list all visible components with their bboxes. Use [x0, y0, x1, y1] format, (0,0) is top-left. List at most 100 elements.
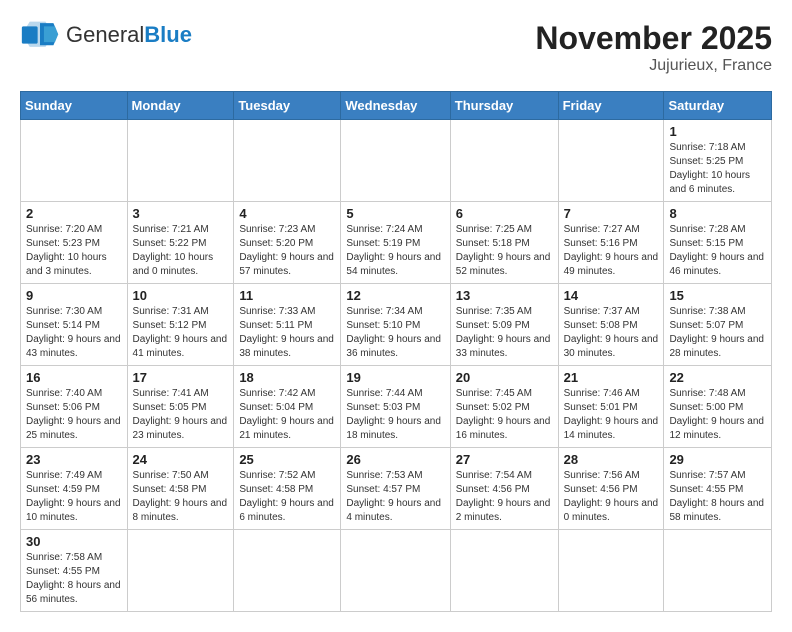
day-number: 23 [26, 452, 122, 467]
day-info: Sunrise: 7:24 AM Sunset: 5:19 PM Dayligh… [346, 223, 444, 279]
calendar-cell: 17Sunrise: 7:41 AM Sunset: 5:05 PM Dayli… [127, 366, 234, 448]
day-info: Sunrise: 7:54 AM Sunset: 4:56 PM Dayligh… [456, 469, 553, 525]
day-number: 28 [564, 452, 659, 467]
calendar-cell: 22 Sunrise: 7:48 AM Sunset: 5:00 PM Dayli… [664, 366, 772, 448]
calendar-week-row: 1 Sunrise: 7:18 AM Sunset: 5:25 PM Daylig… [21, 120, 772, 202]
day-info: Sunrise: 7:30 AM Sunset: 5:14 PM Dayligh… [26, 305, 122, 361]
day-number: 5 [346, 206, 444, 221]
calendar-cell [234, 530, 341, 612]
calendar-cell [450, 530, 558, 612]
calendar-cell [450, 120, 558, 202]
day-info: Sunrise: 7:42 AM Sunset: 5:04 PM Dayligh… [239, 387, 335, 443]
calendar-cell [664, 530, 772, 612]
day-info: Sunrise: 7:28 AM Sunset: 5:15 PM Dayligh… [669, 223, 766, 279]
day-number: 25 [239, 452, 335, 467]
weekday-header-friday: Friday [558, 92, 664, 120]
day-number: 30 [26, 534, 122, 549]
day-number: 7 [564, 206, 659, 221]
day-number: 21 [564, 370, 659, 385]
calendar-cell: 5 Sunrise: 7:24 AM Sunset: 5:19 PM Daylig… [341, 202, 450, 284]
day-info: Sunrise: 7:48 AM Sunset: 5:00 PM Dayligh… [669, 387, 766, 443]
calendar-cell: 21Sunrise: 7:46 AM Sunset: 5:01 PM Dayli… [558, 366, 664, 448]
calendar-cell: 20 Sunrise: 7:45 AM Sunset: 5:02 PM Dayli… [450, 366, 558, 448]
day-number: 15 [669, 288, 766, 303]
logo-icon [20, 20, 60, 50]
weekday-header-monday: Monday [127, 92, 234, 120]
day-number: 12 [346, 288, 444, 303]
calendar-cell [558, 120, 664, 202]
day-number: 9 [26, 288, 122, 303]
calendar-cell: 7 Sunrise: 7:27 AM Sunset: 5:16 PM Daylig… [558, 202, 664, 284]
day-number: 29 [669, 452, 766, 467]
calendar-cell: 19Sunrise: 7:44 AM Sunset: 5:03 PM Dayli… [341, 366, 450, 448]
day-number: 24 [133, 452, 229, 467]
logo: GeneralBlue [20, 20, 192, 50]
location: Jujurieux, France [535, 57, 772, 75]
calendar-cell: 3 Sunrise: 7:21 AM Sunset: 5:22 PM Daylig… [127, 202, 234, 284]
day-number: 2 [26, 206, 122, 221]
day-info: Sunrise: 7:33 AM Sunset: 5:11 PM Dayligh… [239, 305, 335, 361]
calendar-cell [341, 120, 450, 202]
calendar-week-row: 30 Sunrise: 7:58 AM Sunset: 4:55 PM Dayli… [21, 530, 772, 612]
day-info: Sunrise: 7:53 AM Sunset: 4:57 PM Dayligh… [346, 469, 444, 525]
day-number: 17 [133, 370, 229, 385]
logo-text: GeneralBlue [66, 22, 192, 48]
calendar-cell: 15 Sunrise: 7:38 AM Sunset: 5:07 PM Dayli… [664, 284, 772, 366]
month-title: November 2025 [535, 20, 772, 57]
day-info: Sunrise: 7:31 AM Sunset: 5:12 PM Dayligh… [133, 305, 229, 361]
day-number: 10 [133, 288, 229, 303]
day-number: 19 [346, 370, 444, 385]
day-number: 14 [564, 288, 659, 303]
day-info: Sunrise: 7:20 AM Sunset: 5:23 PM Dayligh… [26, 223, 122, 279]
day-info: Sunrise: 7:25 AM Sunset: 5:18 PM Dayligh… [456, 223, 553, 279]
calendar-cell [127, 530, 234, 612]
day-info: Sunrise: 7:34 AM Sunset: 5:10 PM Dayligh… [346, 305, 444, 361]
calendar-cell [21, 120, 128, 202]
day-number: 3 [133, 206, 229, 221]
day-info: Sunrise: 7:45 AM Sunset: 5:02 PM Dayligh… [456, 387, 553, 443]
day-info: Sunrise: 7:18 AM Sunset: 5:25 PM Dayligh… [669, 141, 766, 197]
calendar-cell: 14Sunrise: 7:37 AM Sunset: 5:08 PM Dayli… [558, 284, 664, 366]
calendar-cell [234, 120, 341, 202]
day-number: 27 [456, 452, 553, 467]
calendar-cell: 10 Sunrise: 7:31 AM Sunset: 5:12 PM Dayli… [127, 284, 234, 366]
day-number: 8 [669, 206, 766, 221]
calendar-cell: 24 Sunrise: 7:50 AM Sunset: 4:58 PM Dayli… [127, 448, 234, 530]
calendar-week-row: 2 Sunrise: 7:20 AM Sunset: 5:23 PM Daylig… [21, 202, 772, 284]
calendar-cell: 28 Sunrise: 7:56 AM Sunset: 4:56 PM Dayli… [558, 448, 664, 530]
calendar-cell: 26 Sunrise: 7:53 AM Sunset: 4:57 PM Dayli… [341, 448, 450, 530]
calendar-cell: 11 Sunrise: 7:33 AM Sunset: 5:11 PM Dayli… [234, 284, 341, 366]
title-block: November 2025 Jujurieux, France [535, 20, 772, 75]
calendar-cell [127, 120, 234, 202]
day-info: Sunrise: 7:27 AM Sunset: 5:16 PM Dayligh… [564, 223, 659, 279]
calendar-cell: 29Sunrise: 7:57 AM Sunset: 4:55 PM Dayli… [664, 448, 772, 530]
weekday-header-sunday: Sunday [21, 92, 128, 120]
day-info: Sunrise: 7:50 AM Sunset: 4:58 PM Dayligh… [133, 469, 229, 525]
day-number: 1 [669, 124, 766, 139]
day-number: 22 [669, 370, 766, 385]
weekday-header-tuesday: Tuesday [234, 92, 341, 120]
calendar-cell: 9 Sunrise: 7:30 AM Sunset: 5:14 PM Daylig… [21, 284, 128, 366]
weekday-header-row: SundayMondayTuesdayWednesdayThursdayFrid… [21, 92, 772, 120]
day-info: Sunrise: 7:38 AM Sunset: 5:07 PM Dayligh… [669, 305, 766, 361]
day-info: Sunrise: 7:21 AM Sunset: 5:22 PM Dayligh… [133, 223, 229, 279]
calendar-cell: 13Sunrise: 7:35 AM Sunset: 5:09 PM Dayli… [450, 284, 558, 366]
day-number: 11 [239, 288, 335, 303]
calendar-cell: 6Sunrise: 7:25 AM Sunset: 5:18 PM Daylig… [450, 202, 558, 284]
calendar-week-row: 23Sunrise: 7:49 AM Sunset: 4:59 PM Dayli… [21, 448, 772, 530]
day-info: Sunrise: 7:58 AM Sunset: 4:55 PM Dayligh… [26, 551, 122, 607]
calendar-cell: 4Sunrise: 7:23 AM Sunset: 5:20 PM Daylig… [234, 202, 341, 284]
day-number: 4 [239, 206, 335, 221]
calendar-cell: 18Sunrise: 7:42 AM Sunset: 5:04 PM Dayli… [234, 366, 341, 448]
weekday-header-wednesday: Wednesday [341, 92, 450, 120]
calendar-cell: 25Sunrise: 7:52 AM Sunset: 4:58 PM Dayli… [234, 448, 341, 530]
calendar-table: SundayMondayTuesdayWednesdayThursdayFrid… [20, 91, 772, 612]
day-number: 16 [26, 370, 122, 385]
calendar-cell [341, 530, 450, 612]
day-number: 20 [456, 370, 553, 385]
day-number: 26 [346, 452, 444, 467]
calendar-cell: 1 Sunrise: 7:18 AM Sunset: 5:25 PM Daylig… [664, 120, 772, 202]
day-info: Sunrise: 7:56 AM Sunset: 4:56 PM Dayligh… [564, 469, 659, 525]
calendar-cell: 12 Sunrise: 7:34 AM Sunset: 5:10 PM Dayli… [341, 284, 450, 366]
day-number: 13 [456, 288, 553, 303]
